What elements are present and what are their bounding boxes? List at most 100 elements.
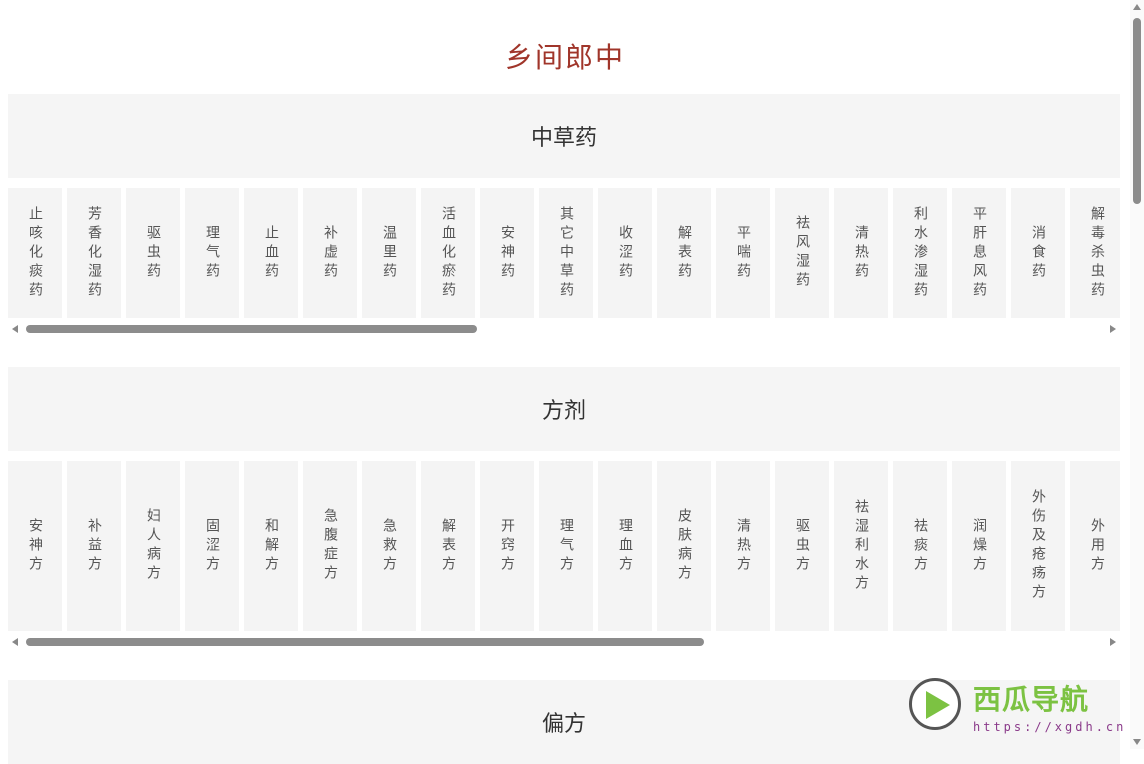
scrollbar-thumb[interactable] [26,325,477,333]
category-item[interactable]: 止咳化痰药 [8,188,62,318]
category-item-label: 祛风湿药 [794,215,810,291]
page: 乡间郎中 中草药 止咳化痰药 芳香化湿药 驱虫药 理气药 止血药 补虚药 温里药 活血化瘀药安… [0,0,1130,764]
category-item[interactable]: 活血化瘀药 [421,188,475,318]
category-item-label: 止血药 [263,224,279,282]
category-item[interactable]: 清热方 [716,461,770,631]
category-item[interactable]: 平喘药 [716,188,770,318]
watermark-title: 西瓜导航 [973,683,1090,716]
prescription-category-row: 安神方 补益方 妇人病方 固涩方 和解方 急腹症方 急救方 解表方 开窍方 理气方 理血方 皮肤病方 清… [8,461,1120,631]
category-item-label: 补益方 [86,517,102,575]
category-item-label: 固涩方 [204,517,220,575]
category-item-label: 清热方 [735,517,751,575]
scrollbar-thumb[interactable] [26,638,704,646]
section-title: 中草药 [530,126,597,151]
category-item-label: 平喘药 [735,224,751,282]
section-header-herbs[interactable]: 中草药 [8,94,1120,178]
category-item-label: 消食药 [1030,224,1046,282]
category-item-label: 平肝息风药 [971,205,987,301]
item-track: 止咳化痰药 芳香化湿药 驱虫药 理气药 止血药 补虚药 温里药 活血化瘀药 安神药 其它中草药 收涩… [8,188,1120,318]
category-item-label: 解表方 [440,517,456,575]
category-item-label: 安神方 [27,517,43,575]
section-header-prescriptions[interactable]: 方剂 [8,367,1120,451]
horizontal-scrollbar[interactable] [8,636,1120,648]
category-item[interactable]: 平肝息风药 [952,188,1006,318]
category-item[interactable]: 解表方 [421,461,475,631]
category-item[interactable]: 润燥方 [952,461,1006,631]
item-track: 安神方 补益方 妇人病方 固涩方 和解方 急腹症方 急救方 解表方 开窍方 理气方 理血方 皮肤病方 清… [8,461,1120,631]
category-item[interactable]: 理血方 [598,461,652,631]
category-item[interactable]: 解表药 [657,188,711,318]
category-item-label: 温里药 [381,224,397,282]
section-title: 偏方 [541,712,586,737]
category-item-label: 外用方 [1089,517,1105,575]
category-item[interactable]: 皮肤病方 [657,461,711,631]
category-item[interactable]: 急腹症方 [303,461,357,631]
category-item[interactable]: 安神药 [480,188,534,318]
category-item-label: 理血方 [617,517,633,575]
category-item[interactable]: 止血药 [244,188,298,318]
category-item[interactable]: 外伤及疮疡方 [1011,461,1065,631]
category-item-label: 安神药 [499,224,515,282]
category-item[interactable]: 急救方 [362,461,416,631]
category-item[interactable]: 解毒杀虫药 [1070,188,1120,318]
category-item-label: 止咳化痰药 [27,205,43,301]
category-item-label: 外伤及疮疡方 [1030,489,1046,603]
scroll-up-icon[interactable] [1133,4,1141,10]
vertical-scrollbar[interactable] [1130,0,1144,749]
category-item-label: 补虚药 [322,224,338,282]
category-item-label: 理气方 [558,517,574,575]
category-item[interactable]: 驱虫药 [126,188,180,318]
category-item-label: 理气药 [204,224,220,282]
scroll-right-icon[interactable] [1110,638,1116,646]
play-icon [926,691,950,719]
category-item[interactable]: 安神方 [8,461,62,631]
category-item[interactable]: 驱虫方 [775,461,829,631]
category-item[interactable]: 开窍方 [480,461,534,631]
category-item-label: 祛痰方 [912,517,928,575]
watermelon-logo-icon [909,678,961,730]
category-item[interactable]: 利水渗湿药 [893,188,947,318]
category-item-label: 解毒杀虫药 [1089,205,1105,301]
category-item-label: 急救方 [381,517,397,575]
category-item-label: 祛湿利水方 [853,498,869,594]
category-item[interactable]: 理气方 [539,461,593,631]
scroll-down-icon[interactable] [1133,739,1141,745]
category-item[interactable]: 祛湿利水方 [834,461,888,631]
category-item[interactable]: 芳香化湿药 [67,188,121,318]
category-item[interactable]: 祛风湿药 [775,188,829,318]
scroll-right-icon[interactable] [1110,325,1116,333]
watermark: 西瓜导航 https://xgdh.cn [907,676,1127,742]
page-title: 乡间郎中 [504,41,625,74]
category-item[interactable]: 消食药 [1011,188,1065,318]
category-item[interactable]: 温里药 [362,188,416,318]
category-item-label: 利水渗湿药 [912,205,928,301]
category-item-label: 皮肤病方 [676,508,692,584]
category-item[interactable]: 清热药 [834,188,888,318]
horizontal-scrollbar[interactable] [8,323,1120,335]
category-item[interactable]: 祛痰方 [893,461,947,631]
category-item[interactable]: 固涩方 [185,461,239,631]
category-item[interactable]: 其它中草药 [539,188,593,318]
category-item-label: 解表药 [676,224,692,282]
category-item[interactable]: 外用方 [1070,461,1120,631]
category-item-label: 妇人病方 [145,508,161,584]
scroll-left-icon[interactable] [12,325,18,333]
herb-category-row: 止咳化痰药 芳香化湿药 驱虫药 理气药 止血药 补虚药 温里药 活血化瘀药 安神药 其它中草药 收涩… [8,188,1120,318]
category-item-label: 润燥方 [971,517,987,575]
category-item-label: 和解方 [263,517,279,575]
category-item[interactable]: 理气药 [185,188,239,318]
category-item-label: 芳香化湿药 [86,205,102,301]
scroll-left-icon[interactable] [12,638,18,646]
category-item[interactable]: 妇人病方 [126,461,180,631]
category-item-label: 活血化瘀药 [440,205,456,301]
scrollbar-thumb[interactable] [1133,18,1141,204]
watermark-url: https://xgdh.cn [973,720,1127,734]
category-item[interactable]: 和解方 [244,461,298,631]
category-item-label: 其它中草药 [558,205,574,301]
category-item[interactable]: 收涩药 [598,188,652,318]
section-title: 方剂 [541,399,586,424]
category-item[interactable]: 补益方 [67,461,121,631]
category-item-label: 急腹症方 [322,508,338,584]
category-item-label: 驱虫药 [145,224,161,282]
category-item[interactable]: 补虚药 [303,188,357,318]
